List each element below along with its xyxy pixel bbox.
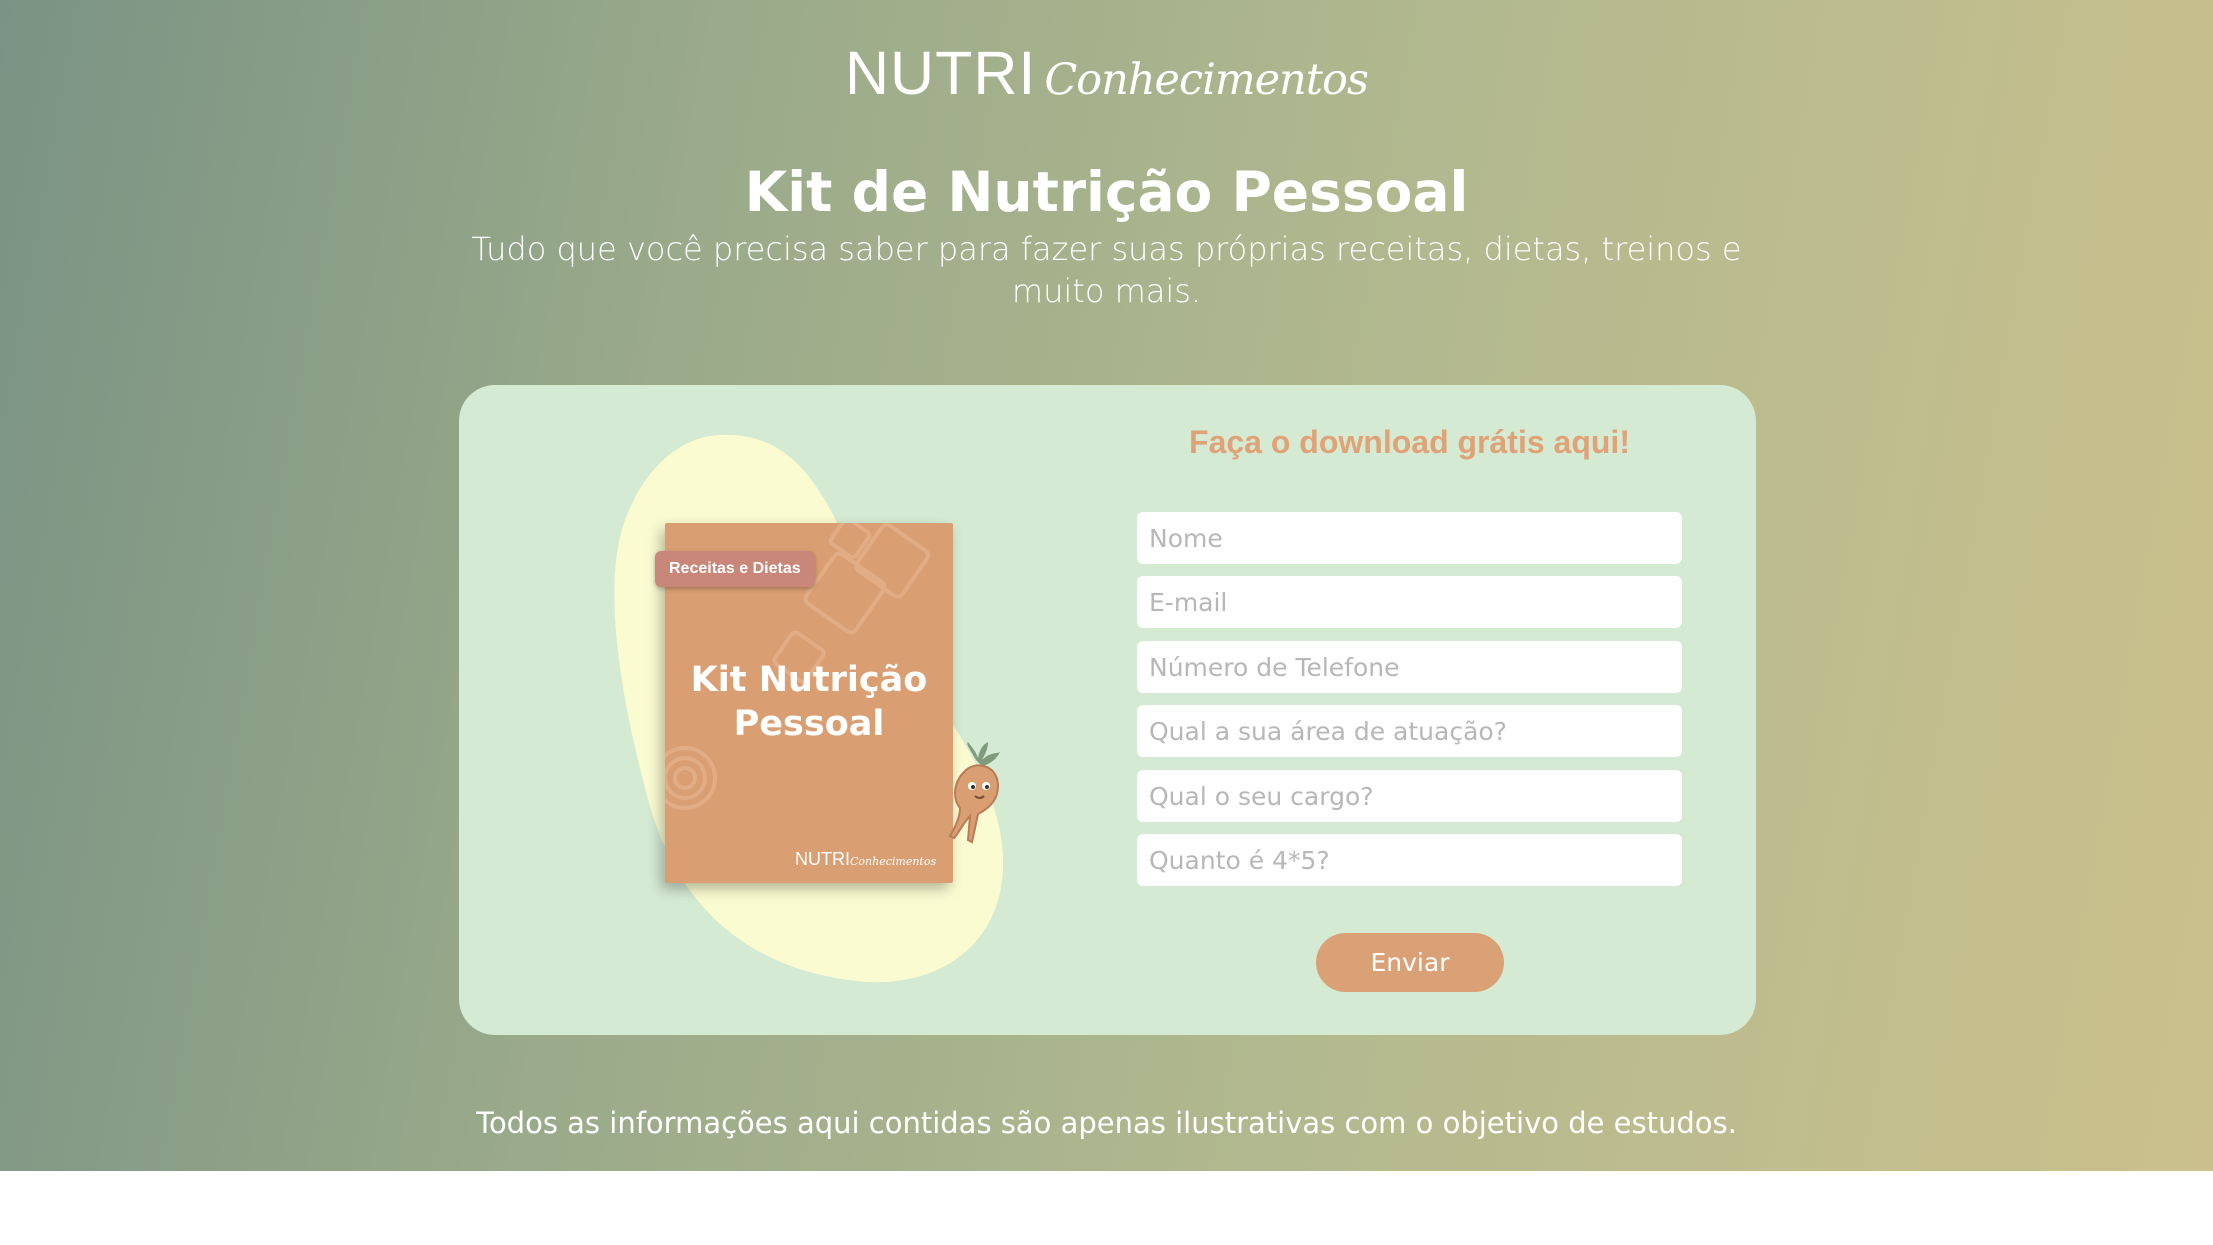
hero-section: NUTRI Conhecimentos Kit de Nutrição Pesso… bbox=[0, 0, 2213, 1171]
email-input[interactable] bbox=[1137, 576, 1682, 628]
form-title: Faça o download grátis aqui! bbox=[1189, 424, 1630, 460]
role-input[interactable] bbox=[1137, 770, 1682, 822]
page-subtitle: Tudo que você precisa saber para fazer s… bbox=[471, 230, 1742, 310]
ebook-tag: Receitas e Dietas bbox=[655, 551, 815, 587]
ebook-title: Kit Nutrição Pessoal bbox=[690, 660, 928, 744]
ebook-logo-main: NUTRI bbox=[795, 849, 850, 869]
brand-logo[interactable]: NUTRI Conhecimentos bbox=[0, 38, 2213, 108]
logo-main-text: NUTRI bbox=[845, 39, 1037, 107]
phone-input[interactable] bbox=[1137, 641, 1682, 693]
ebook-logo: NUTRIConhecimentos bbox=[795, 849, 936, 870]
captcha-input[interactable] bbox=[1137, 834, 1682, 886]
page-title: Kit de Nutrição Pessoal bbox=[744, 160, 1469, 224]
area-input[interactable] bbox=[1137, 705, 1682, 757]
ebook-logo-script: Conhecimentos bbox=[850, 855, 937, 868]
logo-script-text: Conhecimentos bbox=[1044, 55, 1369, 105]
footer-disclaimer: Todos as informações aqui contidas são a… bbox=[476, 1106, 1737, 1140]
carrot-mascot-icon bbox=[948, 742, 1000, 844]
submit-button[interactable]: Enviar bbox=[1316, 933, 1504, 992]
name-input[interactable] bbox=[1137, 512, 1682, 564]
